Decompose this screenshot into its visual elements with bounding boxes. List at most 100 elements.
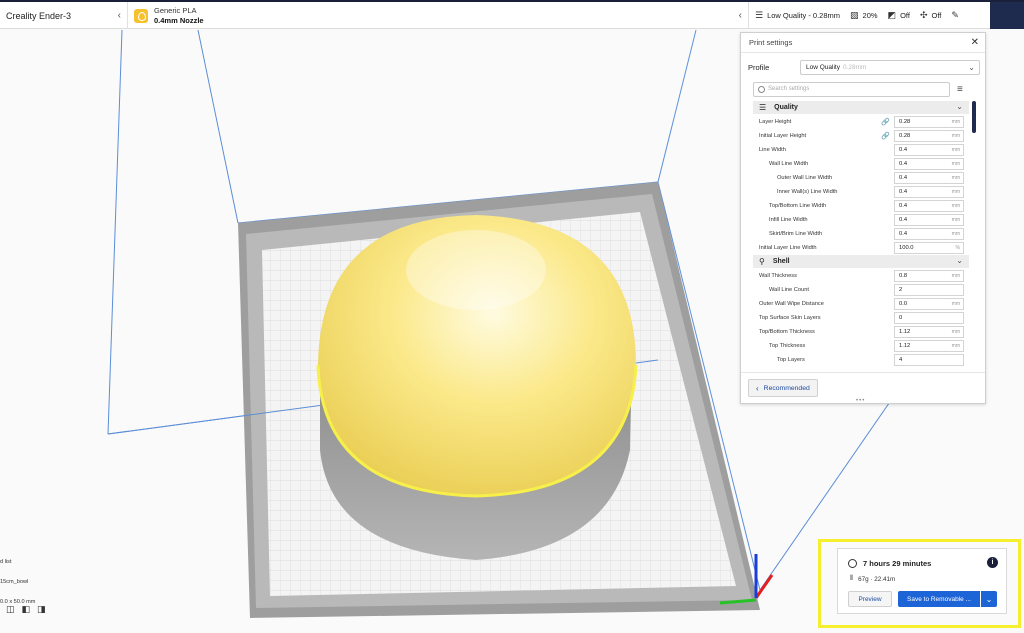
view-3d-icon[interactable]: ◫ xyxy=(6,604,15,615)
setting-label: Initial Layer Line Width xyxy=(759,245,817,251)
chevron-down-icon: ⌄ xyxy=(956,256,963,265)
setting-value: 1.12 xyxy=(899,329,911,335)
infill-summary: ▧ 20% xyxy=(850,10,878,20)
panel-resize-handle[interactable]: ••• xyxy=(856,398,865,404)
category-quality[interactable]: ☰ Quality ⌄ xyxy=(753,101,969,114)
setting-value: 0.4 xyxy=(899,175,908,181)
view-front-icon[interactable]: ◧ xyxy=(22,604,31,615)
scrollbar[interactable] xyxy=(972,101,976,133)
material-selector[interactable]: Generic PLA 0.4mm Nozzle ‹ xyxy=(128,2,748,29)
quality-summary: ☰ Low Quality - 0.28mm xyxy=(755,10,841,20)
extruder-icon xyxy=(134,8,148,23)
setting-row: Inner Wall(s) Line Width 0.4 mm xyxy=(753,185,969,199)
profile-dropdown[interactable]: Low Quality 0.28mm ⌄ xyxy=(800,59,980,75)
setting-value: 0.4 xyxy=(899,231,908,237)
setting-value-input[interactable]: 0.4 mm xyxy=(894,200,964,212)
close-icon[interactable]: ✕ xyxy=(971,37,979,48)
view-side-icon[interactable]: ◨ xyxy=(37,604,46,615)
setting-row: Line Width 0.4 mm xyxy=(753,143,969,157)
setting-value-input[interactable]: 0 xyxy=(894,312,964,324)
setting-value-input[interactable]: 4 xyxy=(894,354,964,366)
setting-label: Outer Wall Wipe Distance xyxy=(759,301,824,307)
edit-icon[interactable]: ✎ xyxy=(951,10,963,21)
setting-value-input[interactable]: 0.4 mm xyxy=(894,214,964,226)
recommended-label: Recommended xyxy=(763,384,810,392)
setting-label: Layer Height xyxy=(759,119,792,125)
search-row: Search settings ≡ xyxy=(753,81,981,97)
material-usage-value: 67g · 22.41m xyxy=(858,575,896,583)
profile-row: Profile Low Quality 0.28mm ⌄ xyxy=(748,59,980,75)
setting-label: Line Width xyxy=(759,147,786,153)
setting-unit: mm xyxy=(951,343,960,349)
save-to-removable-button[interactable]: Save to Removable ... xyxy=(898,591,980,607)
chevron-left-icon: ‹ xyxy=(756,383,759,393)
setting-label: Top Layers xyxy=(777,357,805,363)
settings-menu-icon[interactable]: ≡ xyxy=(957,84,963,95)
info-icon[interactable]: i xyxy=(987,557,998,568)
setting-value-input[interactable]: 0.4 mm xyxy=(894,158,964,170)
setting-row: Top Surface Skin Layers 0 xyxy=(753,311,969,325)
setting-row: Wall Thickness 0.8 mm xyxy=(753,269,969,283)
material-name: Generic PLA xyxy=(154,5,197,15)
setting-value-input[interactable]: 0.28 mm xyxy=(894,116,964,128)
setting-row: Initial Layer Line Width 100.0% xyxy=(753,241,969,255)
infill-icon: ▧ xyxy=(850,10,859,20)
link-icon[interactable]: 🔗 xyxy=(881,132,890,140)
setting-value: 0.28 xyxy=(899,133,911,139)
setting-label: Initial Layer Height xyxy=(759,133,807,139)
setting-value-input[interactable]: 0.4 mm xyxy=(894,186,964,198)
panel-title: Print settings xyxy=(749,38,793,47)
setting-value: 0.4 xyxy=(899,147,908,153)
setting-value-input[interactable]: 2 xyxy=(894,284,964,296)
setting-value-input[interactable]: 0.4 mm xyxy=(894,228,964,240)
setting-row: Top Layers 4 xyxy=(753,353,969,367)
setting-label: Top/Bottom Thickness xyxy=(759,329,815,335)
setting-value-input[interactable]: 0.0 mm xyxy=(894,298,964,310)
setting-value: 0.4 xyxy=(899,161,908,167)
setting-label: Outer Wall Line Width xyxy=(777,175,833,181)
print-settings-summary[interactable]: ☰ Low Quality - 0.28mm ▧ 20% ◩ Off ✣ Off… xyxy=(748,2,990,29)
clock-icon xyxy=(848,559,857,568)
setting-value-input[interactable]: 0.8 mm xyxy=(894,270,964,282)
setting-label: Top/Bottom Line Width xyxy=(769,203,827,209)
link-icon[interactable]: 🔗 xyxy=(881,118,890,126)
setting-label: Top Surface Skin Layers xyxy=(759,315,821,321)
preview-button[interactable]: Preview xyxy=(848,591,892,607)
top-toolbar: Creality Ender-3 ‹ Generic PLA 0.4mm Noz… xyxy=(0,2,1024,29)
search-icon xyxy=(758,85,765,93)
chevron-left-icon: ‹ xyxy=(117,10,121,21)
setting-row: Outer Wall Line Width 0.4 mm xyxy=(753,171,969,185)
setting-unit: mm xyxy=(951,231,960,237)
setting-value-input[interactable]: 0.28 mm xyxy=(894,130,964,142)
category-title: Shell xyxy=(772,258,790,265)
printer-selector[interactable]: Creality Ender-3 ‹ xyxy=(0,2,128,29)
setting-label: Infill Line Width xyxy=(769,217,808,223)
setting-row: Top/Bottom Line Width 0.4 mm xyxy=(753,199,969,213)
object-list-label[interactable]: d list xyxy=(0,557,70,567)
printer-name: Creality Ender-3 xyxy=(6,10,72,21)
print-time-value: 7 hours 29 minutes xyxy=(863,559,932,568)
view-controls: ◫ ◧ ◨ xyxy=(6,604,46,615)
setting-label: Top Thickness xyxy=(769,343,806,349)
setting-value: 0.4 xyxy=(899,203,908,209)
setting-value-input[interactable]: 100.0% xyxy=(894,242,964,254)
setting-value-input[interactable]: 1.12 mm xyxy=(894,340,964,352)
chevron-down-icon[interactable]: ⌄ xyxy=(981,591,997,607)
setting-unit: mm xyxy=(951,217,960,223)
setting-row: Infill Line Width 0.4 mm xyxy=(753,213,969,227)
adhesion-summary: ✣ Off xyxy=(919,10,942,20)
profile-label: Profile xyxy=(748,62,770,72)
search-input[interactable]: Search settings xyxy=(753,81,950,97)
settings-list[interactable]: ☰ Quality ⌄ Layer Height 🔗 0.28 mm Initial Laye… xyxy=(753,101,969,369)
setting-value-input[interactable]: 0.4 mm xyxy=(894,172,964,184)
chevron-down-icon: ⌄ xyxy=(968,62,975,72)
recommended-button[interactable]: ‹ Recommended xyxy=(748,379,818,397)
setting-value-input[interactable]: 0.4 mm xyxy=(894,144,964,156)
nozzle-size: 0.4mm Nozzle xyxy=(154,15,204,25)
setting-unit: mm xyxy=(951,175,960,181)
setting-unit: mm xyxy=(951,273,960,279)
setting-unit: mm xyxy=(951,203,960,209)
category-shell[interactable]: ⚲ Shell ⌄ xyxy=(753,255,969,268)
setting-row: Top/Bottom Thickness 1.12 mm xyxy=(753,325,969,339)
setting-value-input[interactable]: 1.12 mm xyxy=(894,326,964,338)
